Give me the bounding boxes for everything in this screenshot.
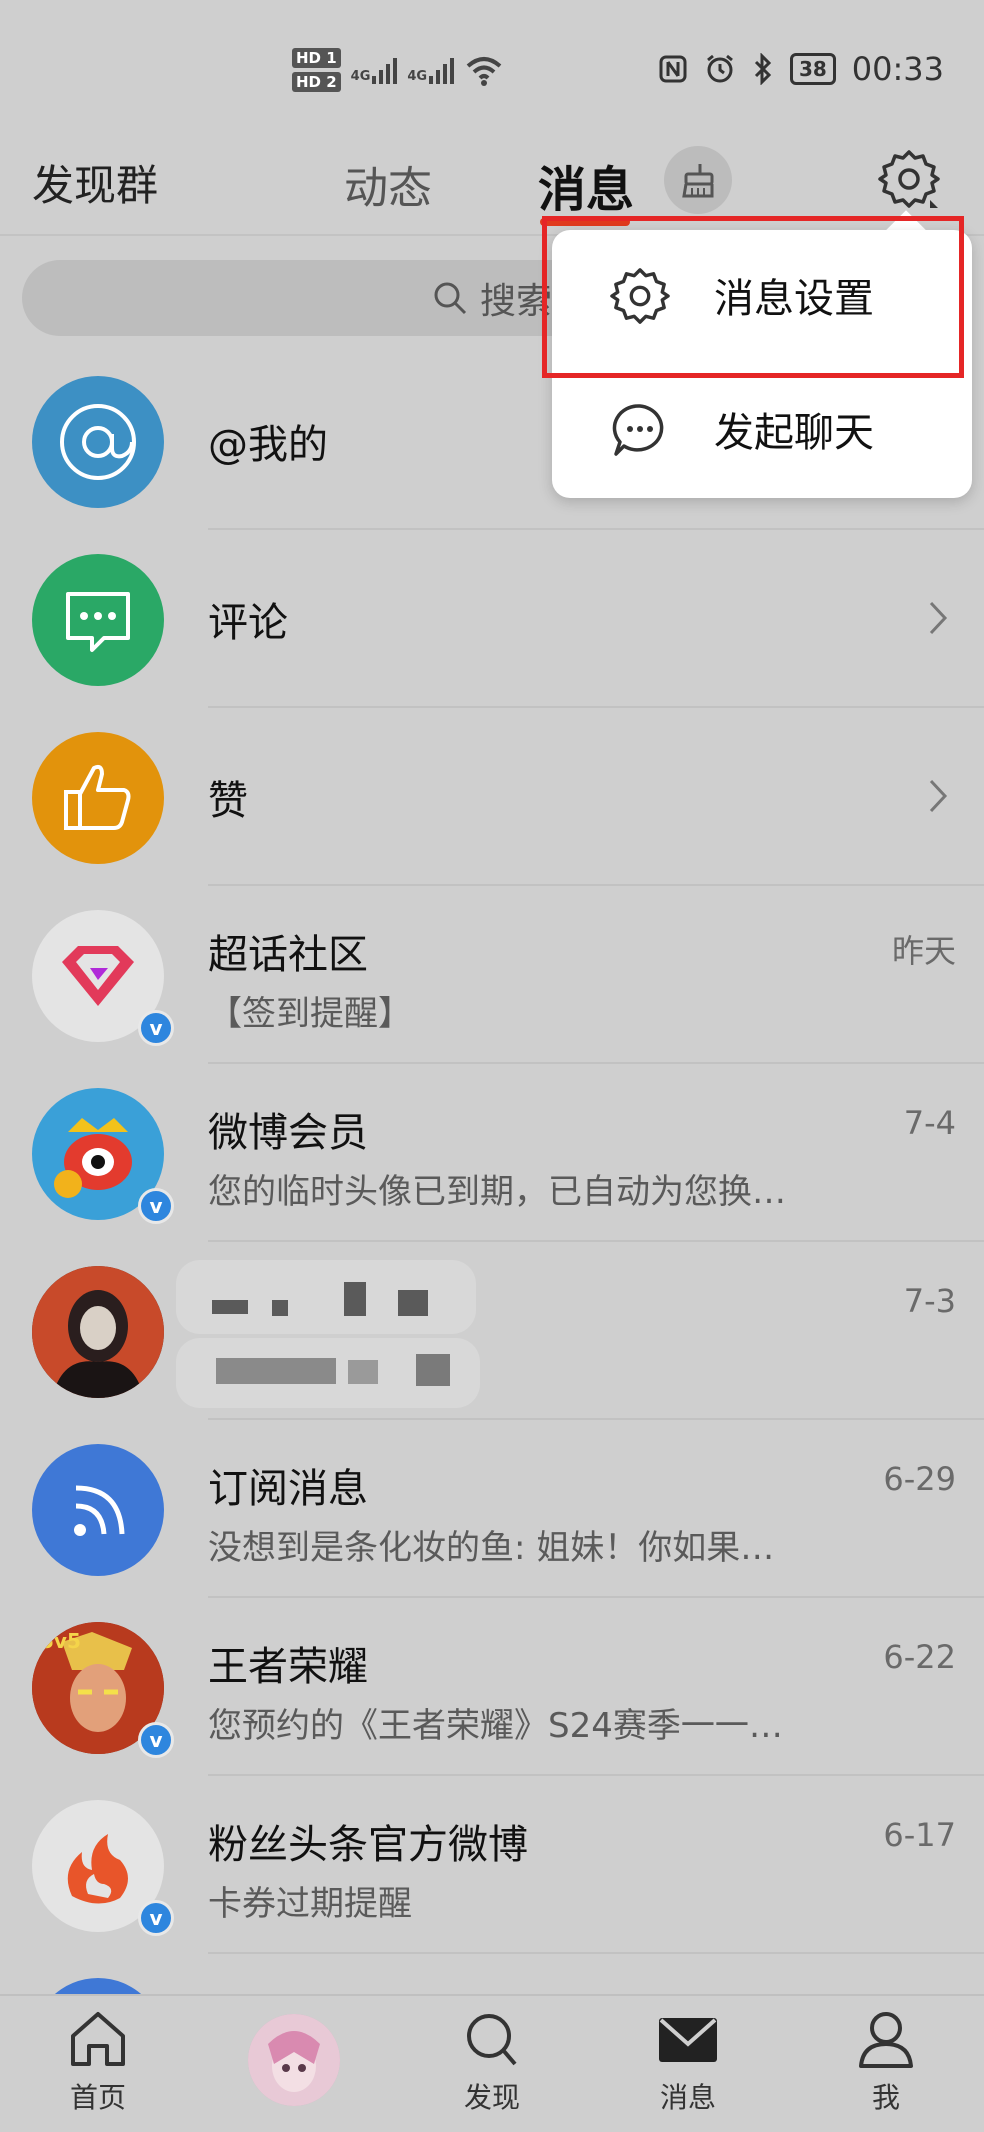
chevron-right-icon — [929, 779, 948, 813]
item-date: 6-29 — [883, 1460, 956, 1498]
tab-discover[interactable]: 发现 — [422, 2010, 562, 2116]
item-subtitle: 卡券过期提醒 — [208, 1884, 412, 1924]
gear-icon — [878, 150, 940, 208]
list-item-weibo-vip[interactable]: v 微博会员 您的临时头像已到期，已自动为您换… 7-4 — [0, 1064, 984, 1242]
mail-icon — [659, 2018, 717, 2062]
list-item-honor-of-kings[interactable]: 5v5 v 王者荣耀 您预约的《王者荣耀》S24赛季一一… 6-22 — [0, 1598, 984, 1776]
search-icon — [434, 282, 467, 315]
user-avatar-icon — [248, 2014, 340, 2106]
network-indicators: HD 1 HD 2 4G 4G — [292, 48, 504, 92]
tab-me-label: 我 — [871, 2081, 900, 2114]
hd-badges: HD 1 HD 2 — [292, 48, 341, 92]
bluetooth-icon — [754, 53, 772, 85]
broom-icon — [682, 164, 714, 198]
verified-badge: v — [138, 1010, 174, 1046]
subscribe-avatar — [32, 1444, 164, 1576]
redaction-pixel — [212, 1300, 248, 1314]
item-title: 微博会员 — [208, 1110, 368, 1156]
tab-discover-label: 发现 — [463, 2081, 520, 2114]
redaction-pixel — [398, 1290, 428, 1316]
tab-home[interactable]: 首页 — [28, 2010, 168, 2116]
partial-avatar — [32, 1978, 164, 1994]
tab-messages-bottom[interactable]: 消息 — [618, 2010, 758, 2116]
list-item-subscriptions[interactable]: 订阅消息 没想到是条化妆的鱼: 姐妹！你如果… 6-29 — [0, 1420, 984, 1598]
bottom-tab-bar: 首页 发现 消息 我 — [0, 1994, 984, 2132]
chat-bubble-icon — [612, 404, 664, 456]
mention-avatar — [32, 376, 164, 508]
settings-button[interactable] — [874, 144, 944, 214]
svg-text:5v5: 5v5 — [40, 1629, 81, 1653]
at-icon — [60, 404, 136, 480]
verified-badge: v — [138, 1722, 174, 1758]
comment-icon — [66, 592, 130, 652]
wifi-icon — [466, 57, 502, 86]
item-title: 订阅消息 — [208, 1466, 368, 1512]
menu-item-label: 发起聊天 — [714, 410, 874, 456]
contact-avatar — [32, 1266, 164, 1398]
item-title: @我的 — [208, 422, 328, 468]
item-subtitle: 您的临时头像已到期，已自动为您换… — [208, 1172, 786, 1212]
redaction-pixel — [272, 1300, 288, 1316]
clock: 00:33 — [851, 50, 944, 88]
contact-photo-icon — [32, 1266, 164, 1398]
item-subtitle: 没想到是条化妆的鱼: 姐妹！你如果… — [208, 1528, 775, 1568]
redaction-pixel — [216, 1358, 336, 1384]
tab-discover-groups[interactable]: 发现群 — [32, 152, 158, 213]
item-title: 超话社区 — [208, 932, 368, 978]
redaction-pixel — [416, 1354, 450, 1386]
item-date: 7-3 — [903, 1282, 956, 1320]
list-item-comments[interactable]: 评论 — [0, 530, 984, 708]
home-icon — [71, 2012, 125, 2066]
alarm-icon — [707, 54, 733, 83]
thumbs-up-icon — [64, 764, 131, 830]
item-title: 粉丝头条官方微博 — [208, 1822, 528, 1868]
signal-2-icon: 4G — [407, 56, 455, 84]
item-title: 王者荣耀 — [208, 1644, 368, 1690]
highlight-box — [542, 216, 964, 378]
chevron-right-icon — [929, 601, 948, 635]
hd1-badge: HD 1 — [292, 48, 341, 68]
clear-unread-button[interactable] — [664, 146, 732, 214]
menu-item-start-chat[interactable]: 发起聊天 — [552, 364, 972, 494]
item-title: 赞 — [208, 778, 248, 824]
verified-badge: v — [138, 1900, 174, 1936]
verified-badge: v — [138, 1188, 174, 1224]
list-item-likes[interactable]: 赞 — [0, 708, 984, 886]
rss-icon — [74, 1485, 125, 1536]
list-item-private-chat[interactable]: 7-3 — [0, 1242, 984, 1420]
tab-me[interactable]: 我 — [816, 2010, 956, 2116]
redacted-name — [176, 1260, 476, 1334]
tab-messages[interactable]: 消息 — [538, 150, 634, 220]
item-date: 6-22 — [883, 1638, 956, 1676]
center-avatar-button[interactable] — [248, 2014, 340, 2106]
comment-avatar — [32, 554, 164, 686]
item-date: 7-4 — [903, 1104, 956, 1142]
battery-indicator: 38 — [789, 53, 836, 85]
tab-feed[interactable]: 动态 — [344, 152, 432, 216]
redaction-pixel — [348, 1360, 378, 1384]
redaction-pixel — [344, 1282, 366, 1316]
list-item-fans-headline[interactable]: v 粉丝头条官方微博 卡券过期提醒 6-17 — [0, 1776, 984, 1954]
hd2-badge: HD 2 — [292, 72, 341, 92]
item-subtitle: 【签到提醒】 — [208, 994, 412, 1034]
item-subtitle: 您预约的《王者荣耀》S24赛季一一… — [208, 1706, 783, 1746]
list-item-super-topic[interactable]: v 超话社区 【签到提醒】 昨天 — [0, 886, 984, 1064]
search-icon — [467, 2014, 517, 2066]
user-icon — [859, 2012, 913, 2068]
tab-messages-label: 消息 — [659, 2081, 716, 2114]
item-date: 6-17 — [883, 1816, 956, 1854]
signal-1-icon: 4G — [351, 56, 398, 84]
like-avatar — [32, 732, 164, 864]
tab-home-label: 首页 — [69, 2081, 126, 2114]
item-date: 昨天 — [891, 932, 956, 970]
nfc-icon — [659, 55, 687, 83]
status-right: 38 00:33 — [658, 50, 944, 88]
status-bar: HD 1 HD 2 4G 4G 38 00:33 — [0, 0, 984, 140]
list-item-partial[interactable] — [0, 1954, 984, 1994]
item-title: 评论 — [208, 600, 288, 646]
